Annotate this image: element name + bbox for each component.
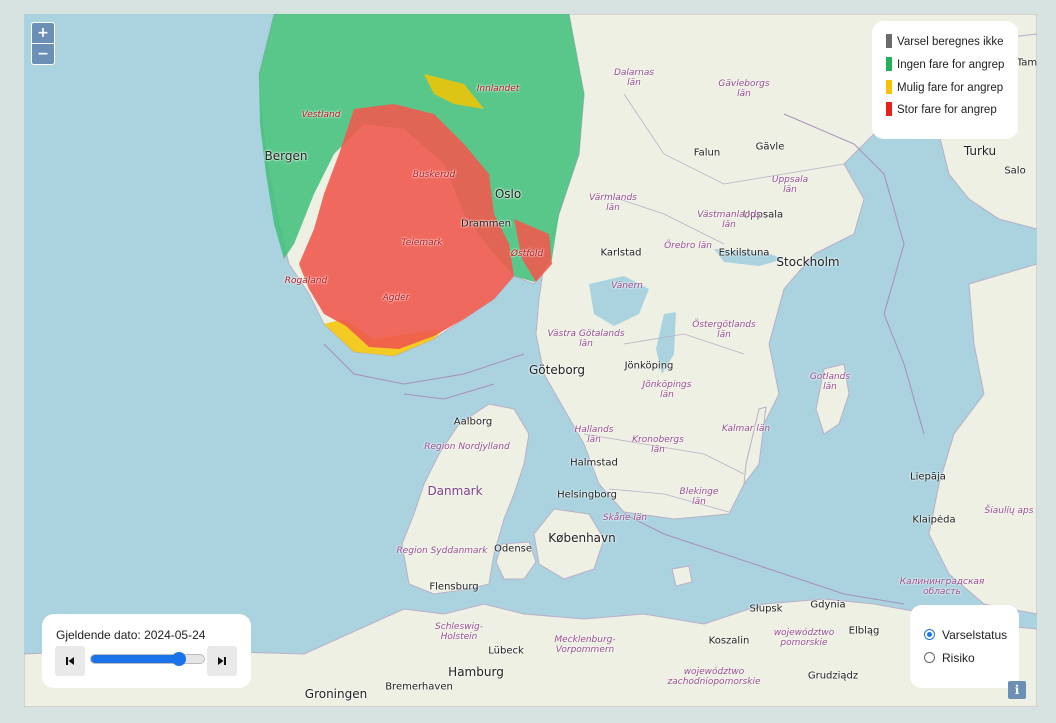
map-label-telemark: Telemark [401,238,443,248]
map-label-oslo: Oslo [494,187,522,201]
map-label-flensburg: Flensburg [429,581,479,593]
map-label-karlstad: Karlstad [600,247,642,259]
map-label-elblag: Elbląg [848,625,880,637]
map-label-lubeck: Lübeck [488,645,524,657]
map-label-klaipeda: Klaipėda [912,514,956,526]
map-label-aalborg: Aalborg [453,416,493,428]
map-label-jonkoping: Jönköping [624,360,674,372]
map-label-liepaja: Liepāja [910,471,946,483]
date-slider-thumb[interactable] [172,652,187,666]
legend-swatch [886,102,892,116]
map-label-koszalin: Koszalin [708,635,750,647]
map-label-eskilstuna: Eskilstuna [718,247,770,259]
map-label-nordjylland: Region Nordjylland [424,442,510,452]
map-label-syddanmark: Region Syddanmark [396,546,488,556]
view-mode-panel: Varselstatus Risiko [910,605,1019,688]
map-label-salo: Salo [1004,165,1026,177]
current-date-label: Gjeldende dato: 2024-05-24 [56,628,206,642]
map-label-kaliningrad: Калининградская область [899,577,985,597]
map-label-siauliu: Šiaulių aps [984,506,1034,516]
legend-item-high-danger: Stor fare for angrep [886,102,997,116]
legend-item-no-danger: Ingen fare for angrep [886,57,1004,71]
map-label-kronobergs: Kronobergs län [632,435,684,455]
radio-risiko[interactable]: Risiko [924,651,975,665]
skip-forward-icon [218,657,226,665]
map-label-gavleborgs: Gävleborgs län [718,79,770,99]
map-label-gotlands: Gotlands län [809,372,851,392]
map-label-ostergotlands: Östergötlands län [692,320,756,340]
map-label-skane: Skåne län [602,513,648,523]
map-label-tam: Tam [1016,57,1037,69]
legend-panel: Varsel beregnes ikke Ingen fare for angr… [872,21,1018,139]
legend-label: Ingen fare for angrep [897,59,1005,71]
legend-item-possible-danger: Mulig fare for angrep [886,80,1003,94]
legend-label: Varsel beregnes ikke [897,36,1004,48]
step-forward-button[interactable] [207,646,237,676]
map-label-slupsk: Słupsk [749,603,783,615]
radio-button[interactable] [924,629,935,640]
map-label-falun: Falun [693,147,721,159]
map-label-kalmar: Kalmar län [721,424,771,434]
map-label-drammen: Drammen [461,218,511,230]
map-label-mecklenburg: Mecklenburg- Vorpommern [554,635,616,655]
skip-back-icon [66,657,74,665]
map-label-groningen: Groningen [304,687,368,701]
map-label-vanern: Vänern [611,281,643,291]
legend-label: Stor fare for angrep [897,104,997,116]
map-label-dalarnas: Dalarnas län [613,68,655,88]
zoom-in-button[interactable]: + [32,23,54,43]
map-label-goteborg: Göteborg [528,363,586,377]
map-label-ostfold: Østfold [510,249,544,259]
legend-swatch [886,34,892,48]
map-label-schleswig: Schleswig- Holstein [435,622,483,642]
map-label-halmstad: Halmstad [570,457,618,469]
map-label-vestland: Vestland [301,110,341,120]
map-label-gdynia: Gdynia [810,599,846,611]
zoom-out-button[interactable]: − [32,43,54,64]
map-label-grudziadz: Grudziądz [807,670,859,682]
zoom-control: + − [31,22,55,65]
map-label-buskerud: Buskerud [412,170,456,180]
legend-label: Mulig fare for angrep [897,82,1004,94]
map-label-turku: Turku [963,144,997,158]
land-bornholm [671,565,693,587]
map-label-innlandet: Innlandet [476,84,520,94]
info-icon[interactable]: i [1008,681,1026,699]
map-label-stockholm: Stockholm [776,255,840,269]
map-label-bergen: Bergen [264,149,308,163]
map-label-gavle: Gävle [755,141,785,153]
radio-label: Varselstatus [942,628,1008,642]
legend-item-not-calculated: Varsel beregnes ikke [886,34,1004,48]
legend-swatch [886,57,892,71]
legend-swatch [886,80,892,94]
map-label-zachodnio: województwo zachodniopomorskie [667,667,761,687]
map-label-hamburg: Hamburg [448,665,504,679]
map-label-rogaland: Rogaland [284,276,328,286]
map-label-danmark: Danmark [427,484,483,498]
date-slider[interactable] [90,652,205,666]
map-label-odense: Odense [493,543,533,555]
map-label-uppsala-lan: Uppsala län [771,175,809,195]
map-label-varmlands: Värmlands län [589,193,637,213]
map-label-orebro: Örebro län [664,241,712,251]
map-label-hallands: Hallands län [574,425,614,445]
map-label-vastra-gotalands: Västra Götalands län [547,329,625,349]
step-back-button[interactable] [55,646,85,676]
map-label-jonkopings: Jönköpings län [642,380,692,400]
map-label-pomorskie: województwo pomorskie [773,628,835,648]
map-label-agder: Agder [382,293,410,303]
map-label-vastmanlands: Västmanlands län [697,210,761,230]
radio-varselstatus[interactable]: Varselstatus [924,628,1007,642]
date-panel: Gjeldende dato: 2024-05-24 [42,614,251,688]
radio-label: Risiko [942,651,975,665]
date-slider-fill [91,655,180,663]
map-label-kobenhavn: København [548,531,616,545]
map-label-blekinge: Blekinge län [679,487,719,507]
radio-button[interactable] [924,652,935,663]
map-label-helsingborg: Helsingborg [557,489,617,501]
map-label-bremerhaven: Bremerhaven [385,681,453,693]
